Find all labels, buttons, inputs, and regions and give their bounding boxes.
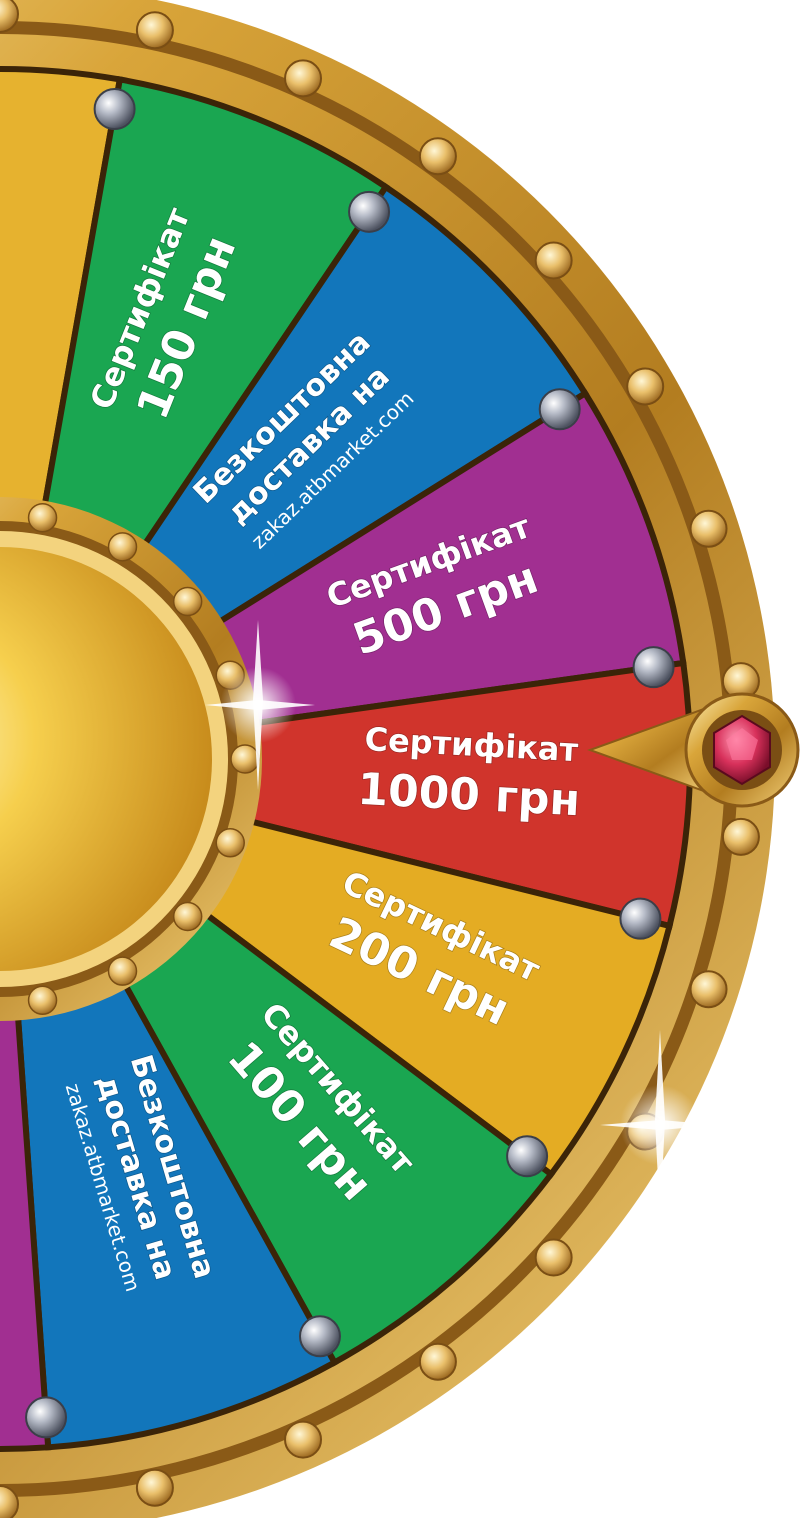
bulb-icon bbox=[534, 241, 573, 280]
bulb-icon bbox=[27, 985, 58, 1016]
stud-icon bbox=[619, 897, 662, 940]
bulb-icon bbox=[626, 367, 665, 406]
bulb-icon bbox=[135, 11, 174, 50]
prize-wheel[interactable]: Сертифікат 150 грн Безкоштовна доставка на z… bbox=[0, 0, 800, 1522]
bulb-icon bbox=[27, 502, 58, 533]
bulb-icon bbox=[689, 970, 728, 1009]
stud-icon bbox=[25, 1396, 68, 1439]
bulb-icon bbox=[418, 1342, 457, 1381]
stud-icon bbox=[348, 190, 391, 233]
bulb-icon bbox=[107, 532, 138, 562]
stud-icon bbox=[506, 1135, 549, 1178]
bulb-icon bbox=[107, 956, 138, 986]
bulb-icon bbox=[284, 1420, 323, 1459]
bulb-icon bbox=[172, 586, 203, 617]
stud-icon bbox=[632, 646, 675, 689]
stud-icon bbox=[93, 88, 136, 131]
bulb-icon bbox=[418, 137, 457, 176]
bulb-icon bbox=[284, 59, 323, 98]
bulb-icon bbox=[230, 744, 260, 774]
bulb-icon bbox=[215, 828, 245, 858]
bulb-icon bbox=[172, 901, 203, 932]
stud-icon bbox=[538, 388, 581, 431]
wheel-graphic: Сертифікат150 грнБезкоштовнадоставка наz… bbox=[0, 0, 800, 1522]
stud-icon bbox=[298, 1315, 341, 1358]
bulb-icon bbox=[534, 1238, 573, 1277]
segment-label-cert-1000: Сертифікат1000 грн bbox=[355, 719, 582, 827]
bulb-icon bbox=[721, 817, 760, 856]
bulb-icon bbox=[135, 1468, 174, 1507]
bulb-icon bbox=[689, 509, 728, 548]
